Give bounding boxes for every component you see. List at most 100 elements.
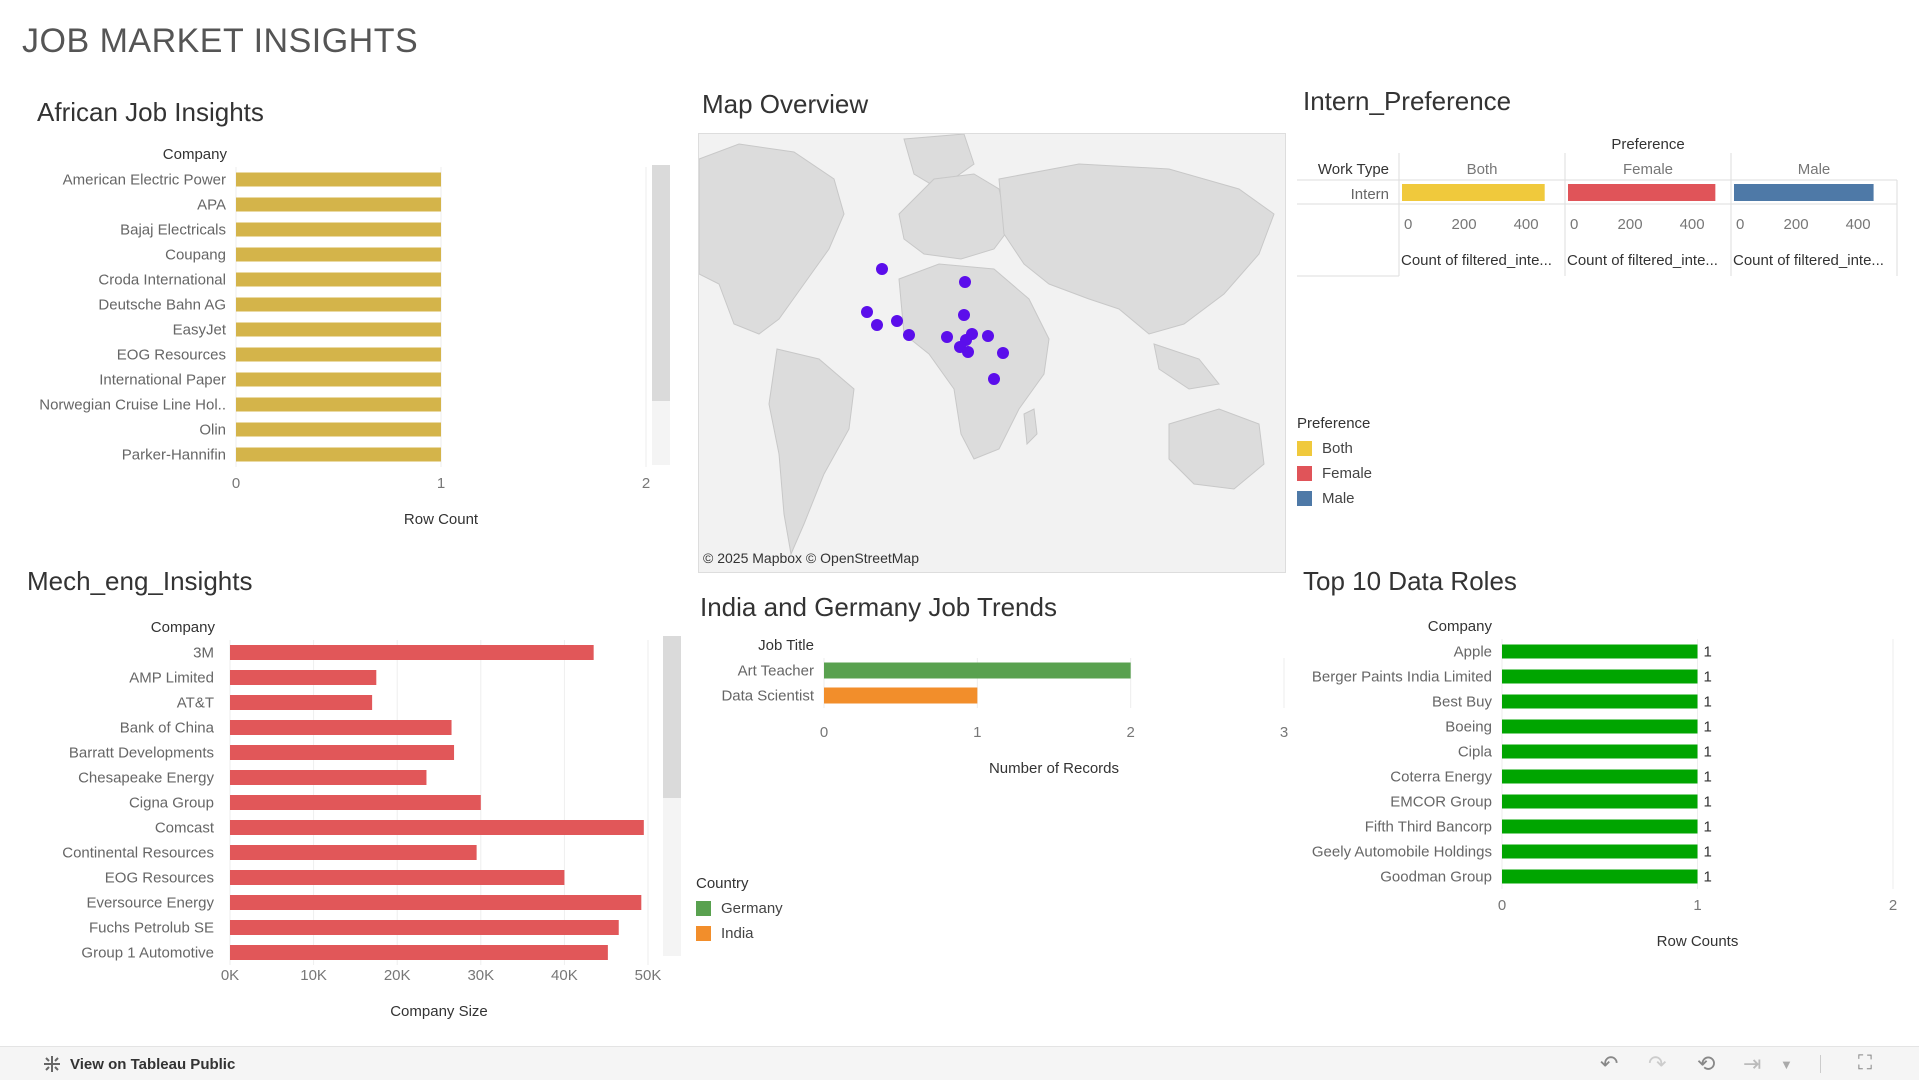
tableau-icon	[44, 1056, 60, 1072]
legend-item-both[interactable]: Both	[1297, 436, 1372, 461]
redo-icon[interactable]: ↷	[1648, 1051, 1666, 1077]
x-tick-label: 200	[1784, 216, 1809, 233]
bar	[1568, 184, 1716, 201]
scrollbar-thumb	[652, 165, 670, 401]
x-axis-title: Count of filtered_inte...	[1733, 252, 1884, 269]
category-label: Boeing	[1445, 719, 1492, 736]
bar	[1502, 794, 1698, 809]
map-point	[861, 306, 873, 318]
category-label: Group 1 Automotive	[81, 945, 214, 962]
legend-swatch	[1297, 441, 1312, 456]
legend-label: Both	[1322, 440, 1353, 457]
map-point	[941, 331, 953, 343]
category-label: Olin	[199, 422, 226, 439]
category-label: International Paper	[99, 372, 226, 389]
category-label: Berger Paints India Limited	[1312, 669, 1492, 686]
legend-item-male[interactable]: Male	[1297, 486, 1372, 511]
bar	[236, 247, 441, 262]
row-header: Company	[163, 146, 228, 163]
x-tick-label: 10K	[300, 967, 327, 984]
bar	[236, 322, 441, 337]
x-tick-label: 2	[642, 475, 650, 492]
bar	[1502, 869, 1698, 884]
bar	[1502, 819, 1698, 834]
map-point	[958, 309, 970, 321]
country-legend-title: Country	[696, 875, 749, 892]
panel-header: Female	[1623, 161, 1673, 178]
ig-chart[interactable]: Job Title 0 1 2 3 Art Teacher Data Scientist Nu…	[700, 636, 1300, 781]
bar	[236, 272, 441, 287]
category-label: Cipla	[1458, 744, 1493, 761]
map-attribution[interactable]: © 2025 Mapbox © OpenStreetMap	[703, 550, 919, 566]
legend-item-germany[interactable]: Germany	[696, 896, 783, 921]
bar	[230, 745, 455, 760]
bar	[230, 870, 565, 885]
chevron-down-icon[interactable]: ▼	[1780, 1057, 1793, 1072]
bar	[236, 347, 441, 362]
category-label: Geely Automobile Holdings	[1312, 844, 1492, 861]
bar	[236, 172, 441, 187]
intern-title: Intern_Preference	[1303, 86, 1512, 116]
ig-title: India and Germany Job Trends	[700, 592, 1057, 622]
bar	[230, 895, 642, 910]
bar	[236, 222, 441, 237]
fullscreen-icon[interactable]: ⛶	[1858, 1052, 1872, 1075]
category-label: American Electric Power	[63, 172, 226, 189]
legend-item-female[interactable]: Female	[1297, 461, 1372, 486]
category-label: EasyJet	[173, 322, 227, 339]
bar	[1502, 694, 1698, 709]
map-point	[891, 315, 903, 327]
bar	[1734, 184, 1874, 201]
legend-label: Female	[1322, 465, 1373, 482]
category-label: Fuchs Petrolub SE	[89, 920, 214, 937]
category-label: Data Scientist	[721, 688, 814, 705]
view-on-tableau-label: View on Tableau Public	[70, 1055, 236, 1073]
african-title: African Job Insights	[37, 97, 264, 127]
share-icon[interactable]: ⇥	[1743, 1051, 1761, 1077]
category-label: Barratt Developments	[69, 745, 214, 762]
row-label: Intern	[1351, 186, 1389, 203]
category-label: Coupang	[165, 247, 226, 264]
x-axis-title: Row Counts	[1657, 933, 1739, 950]
mech-chart[interactable]: Company 0K 10K 20K 30K 40K 50K 3M AMP Limited AT&…	[20, 610, 685, 1030]
intern-chart[interactable]: Preference Work Type Intern Both 0 200 400 Coun…	[1295, 128, 1910, 288]
category-label: Norwegian Cruise Line Hol..	[39, 397, 226, 414]
row-header: Company	[1428, 618, 1493, 635]
category-label: Eversource Energy	[86, 895, 214, 912]
bar	[230, 770, 427, 785]
data-label: 1	[1704, 719, 1712, 736]
view-on-tableau-link[interactable]: View on Tableau Public	[42, 1054, 235, 1074]
category-label: Comcast	[155, 820, 215, 837]
intern-legend: Preference Both Female Male	[1297, 415, 1372, 511]
revert-icon[interactable]: ⟲	[1697, 1051, 1715, 1077]
bar	[236, 372, 441, 387]
legend-swatch	[696, 901, 711, 916]
category-label: EOG Resources	[117, 347, 226, 364]
category-label: EMCOR Group	[1390, 794, 1492, 811]
undo-icon[interactable]: ↶	[1600, 1051, 1618, 1077]
world-map[interactable]	[699, 134, 1285, 572]
column-header: Preference	[1611, 136, 1684, 153]
african-chart[interactable]: Company 0 1 2 American Electric Power APA Baja…	[20, 140, 680, 535]
bar	[230, 945, 608, 960]
x-tick-label: 3	[1280, 724, 1288, 741]
legend-swatch	[696, 926, 711, 941]
x-axis-title: Count of filtered_inte...	[1567, 252, 1718, 269]
legend-label: Germany	[721, 900, 783, 917]
map-point	[988, 373, 1000, 385]
dashboard-title: JOB MARKET INSIGHTS	[22, 22, 419, 60]
mech-title: Mech_eng_Insights	[27, 566, 253, 596]
x-tick-label: 1	[973, 724, 981, 741]
legend-item-india[interactable]: India	[696, 921, 783, 946]
bar	[824, 687, 978, 704]
top10-chart[interactable]: Company 0 1 2 Apple 1 Berger Paints India Limi…	[1295, 610, 1910, 950]
map-point	[982, 330, 994, 342]
category-label: APA	[197, 197, 226, 214]
data-label: 1	[1704, 694, 1712, 711]
category-label: Continental Resources	[62, 845, 214, 862]
category-label: Deutsche Bahn AG	[98, 297, 226, 314]
map-view[interactable]: © 2025 Mapbox © OpenStreetMap	[698, 133, 1286, 573]
map-point	[903, 329, 915, 341]
x-tick-label: 20K	[384, 967, 411, 984]
x-tick-label: 1	[1693, 897, 1701, 914]
